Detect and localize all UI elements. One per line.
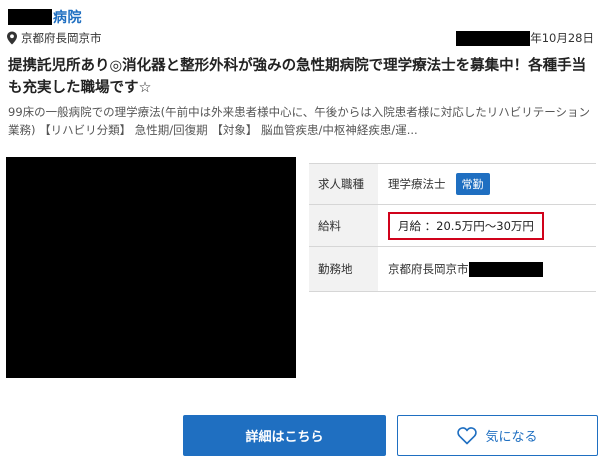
job-details-table: 求人職種 理学療法士 常勤 給料 月給 ：20.5万円〜30万円 勤務地 京都府長…	[309, 163, 596, 292]
job-type-value: 理学療法士	[388, 177, 446, 191]
salary-cell: 月給 ：20.5万円〜30万円	[378, 204, 596, 247]
details-button[interactable]: 詳細はこちら	[183, 415, 386, 456]
redacted-year	[456, 30, 531, 46]
clinic-title[interactable]: 病院	[8, 6, 82, 28]
job-type-row: 求人職種 理学療法士 常勤	[309, 163, 596, 205]
posted-date: 年10月28日	[456, 30, 594, 46]
workplace-label: 勤務地	[309, 246, 378, 292]
listing-photo	[6, 157, 296, 378]
details-button-label: 詳細はこちら	[245, 430, 324, 445]
salary-label: 給料	[309, 204, 378, 247]
clinic-name-suffix: 病院	[53, 10, 82, 26]
listing-headline[interactable]: 提携託児所あり◎消化器と整形外科が強みの急性期病院で理学療法士を募集中！各種手当…	[8, 55, 594, 99]
listing-meta: 京都府長岡京市 年10月28日	[6, 30, 594, 48]
workplace-value: 京都府長岡京市	[388, 262, 469, 276]
job-type-label: 求人職種	[309, 163, 378, 205]
job-type-cell: 理学療法士 常勤	[378, 163, 596, 205]
heart-icon	[457, 426, 478, 444]
listing-location: 京都府長岡京市	[6, 30, 102, 46]
map-pin-icon	[7, 31, 17, 45]
listing-summary: 99床の一般病院での理学療法(午前中は外来患者様中心に、午後からは入院患者様に対…	[8, 105, 591, 137]
favorite-button-label: 気になる	[485, 430, 538, 445]
salary-value: 月給 ：20.5万円〜30万円	[388, 211, 544, 240]
posted-date-suffix: 年10月28日	[530, 31, 594, 45]
workplace-row: 勤務地 京都府長岡京市	[309, 246, 596, 292]
employment-badge: 常勤	[455, 173, 490, 195]
location-text: 京都府長岡京市	[21, 31, 102, 45]
redacted-address	[468, 261, 543, 277]
favorite-button[interactable]: 気になる	[397, 415, 598, 456]
redacted-clinic-name	[8, 9, 52, 25]
workplace-cell: 京都府長岡京市	[378, 246, 596, 292]
salary-row: 給料 月給 ：20.5万円〜30万円	[309, 204, 596, 247]
